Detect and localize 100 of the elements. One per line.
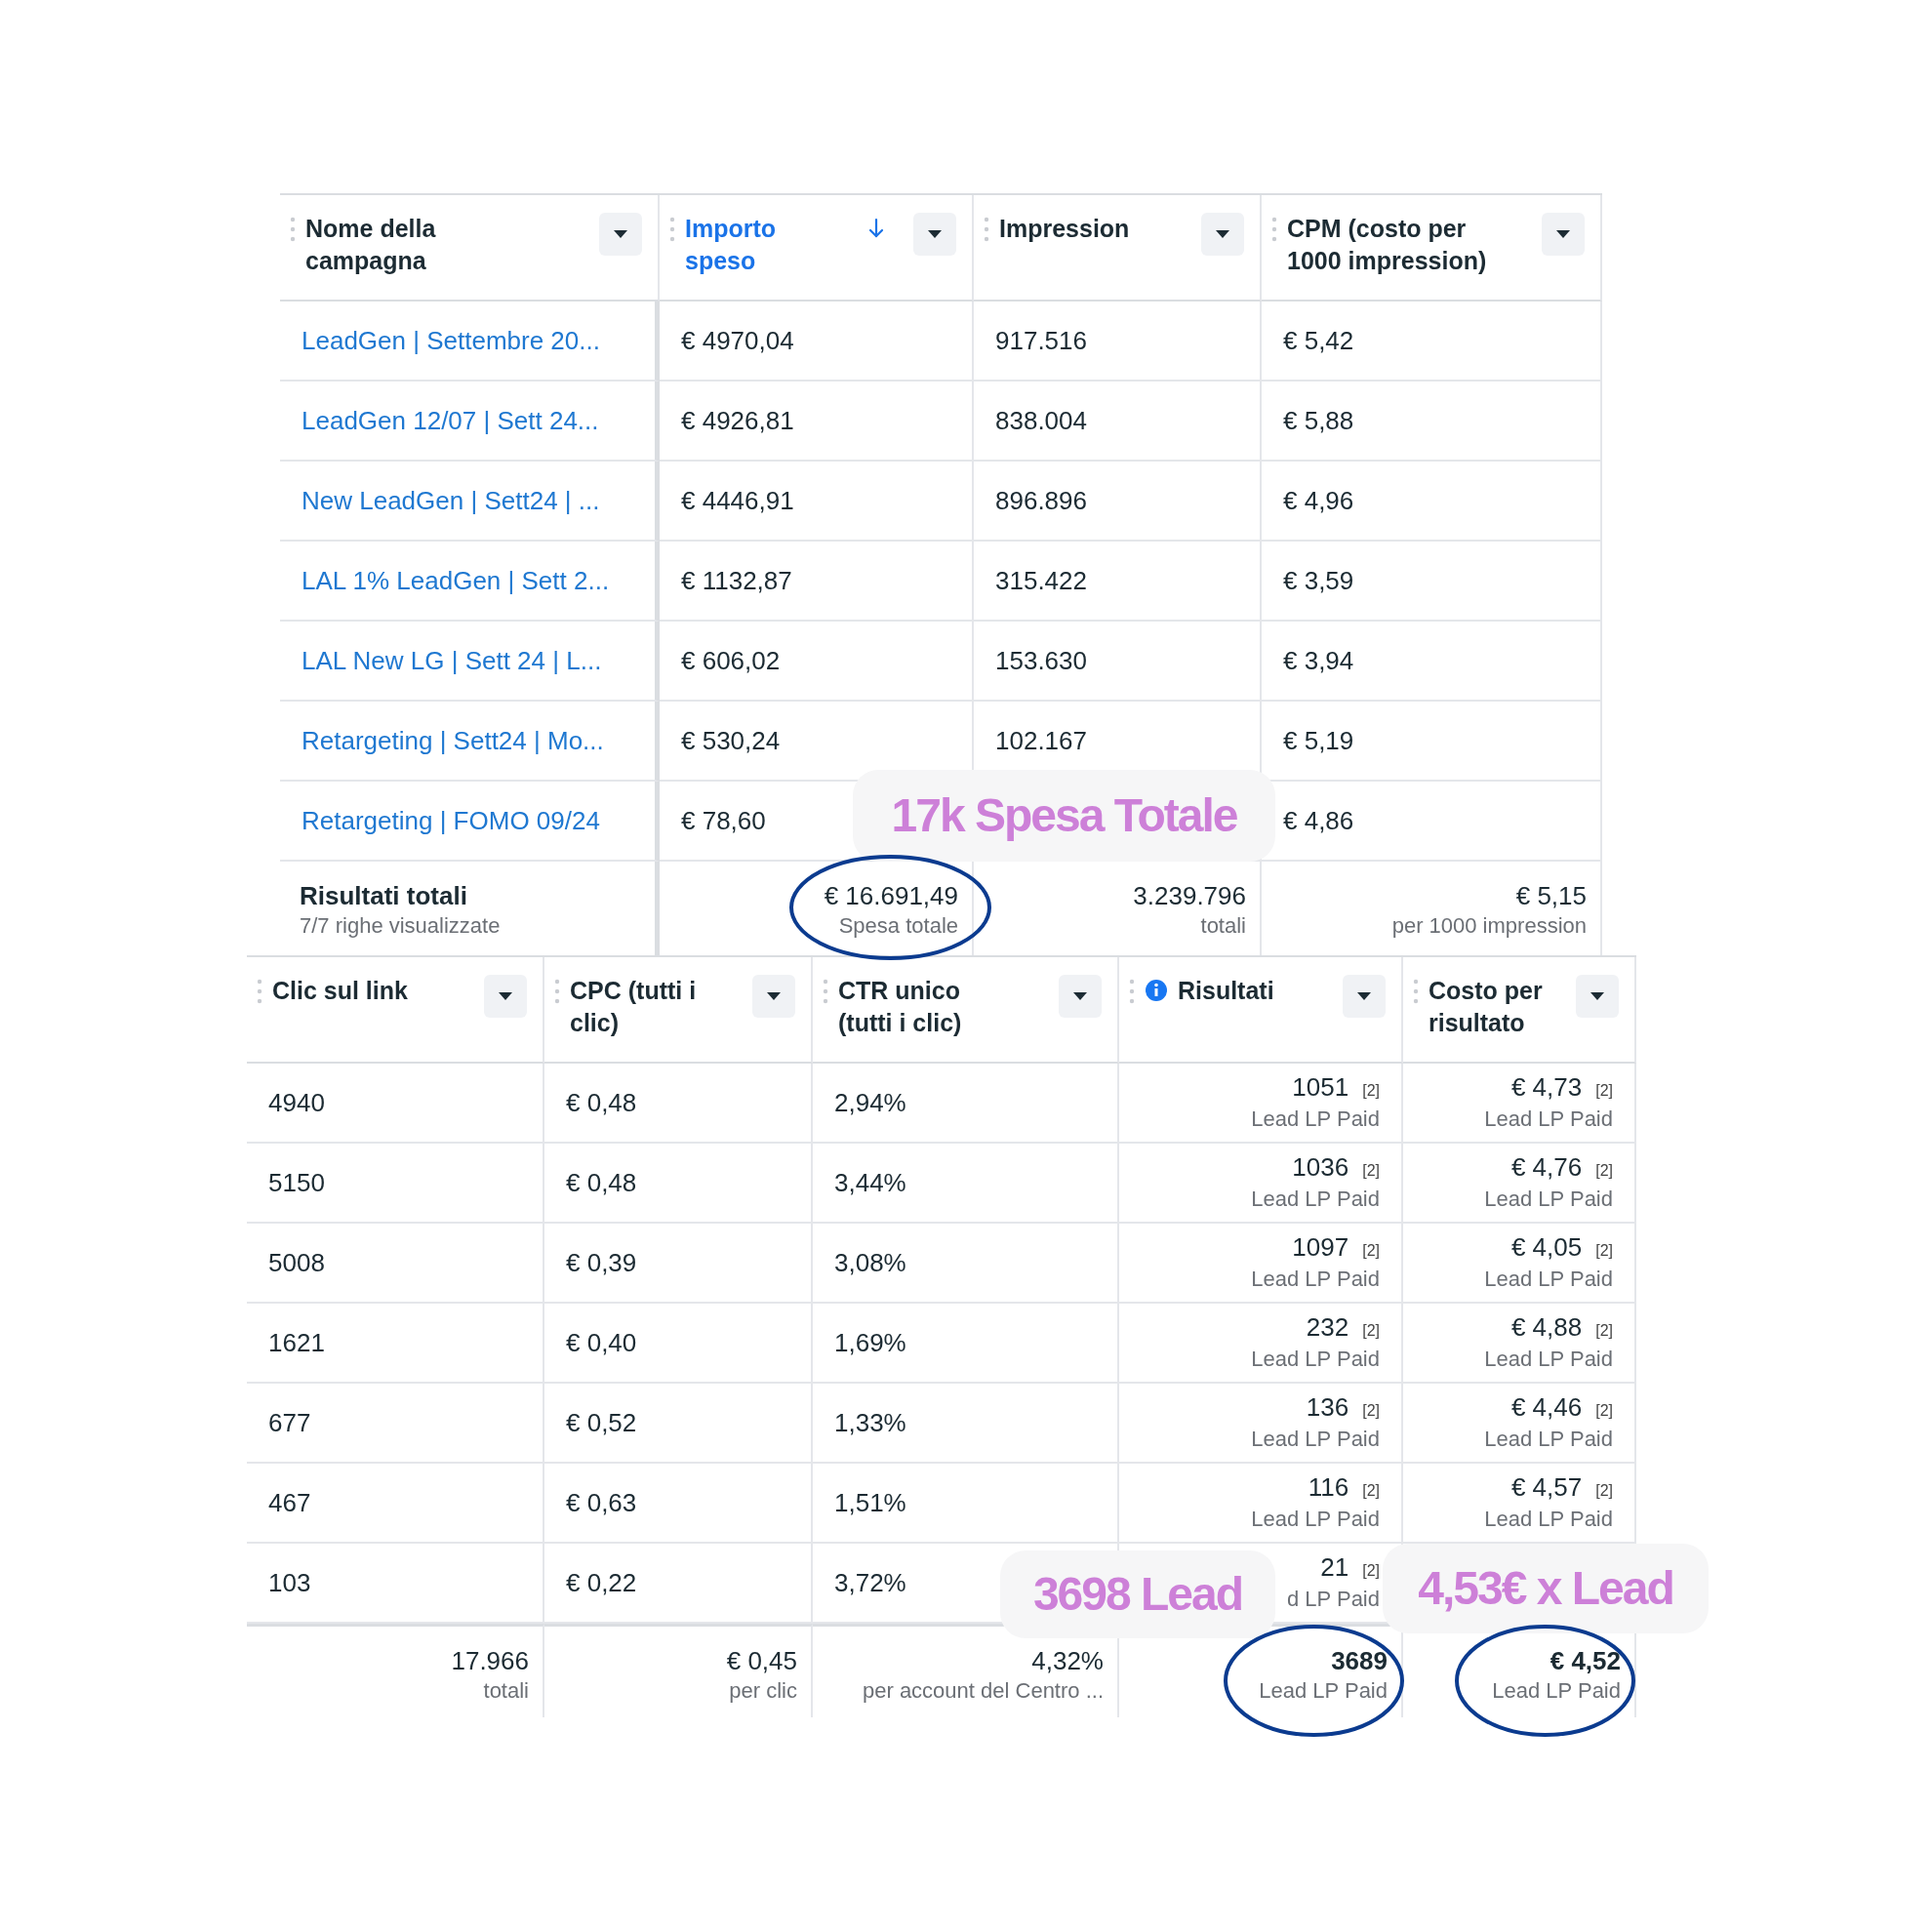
dropdown-button[interactable] [1343, 975, 1386, 1018]
table-cell-text: € 4,86 [1283, 804, 1354, 837]
footnote-tag: [2] [1595, 1476, 1613, 1506]
callout-label: 4,53€ x Lead [1383, 1544, 1709, 1633]
cell-value: € 4,46 [1510, 1392, 1583, 1422]
dropdown-button[interactable] [1059, 975, 1102, 1018]
campaign-link[interactable]: Retargeting | Sett24 | Mo... [302, 721, 604, 760]
table-cell-text: 102.167 [995, 724, 1087, 757]
cell-caption: Lead LP Paid [1251, 1426, 1380, 1453]
dropdown-button[interactable] [1542, 213, 1585, 256]
caret-icon [1216, 229, 1229, 239]
caret-icon [1073, 991, 1087, 1001]
drag-handle-icon [1271, 217, 1277, 242]
footnote-tag: [2] [1362, 1396, 1380, 1426]
cell-value: € 4,57 [1510, 1472, 1583, 1502]
drag-handle-icon [1413, 979, 1419, 1004]
cell-value: 232 [1306, 1312, 1349, 1342]
column-header[interactable]: CPM (costo per 1000 impression) [1287, 213, 1532, 277]
table-cell-text: € 4,96 [1283, 484, 1354, 517]
column-header[interactable]: Risultati [1178, 975, 1333, 1007]
dropdown-button[interactable] [1201, 213, 1244, 256]
caret-icon [928, 229, 942, 239]
drag-handle-icon [1129, 979, 1135, 1004]
table-cell-text: 677 [268, 1406, 311, 1439]
column-header[interactable]: CPC (tutti i clic) [570, 975, 743, 1039]
table-cell-text: € 4970,04 [681, 324, 794, 357]
footnote-tag: [2] [1362, 1476, 1380, 1506]
cell-value: € 4,88 [1510, 1312, 1583, 1342]
column-header[interactable]: Nome della campagna [305, 213, 589, 277]
table-cell-text: 315.422 [995, 564, 1087, 597]
cell-value: 1051 [1292, 1072, 1349, 1102]
column-header[interactable]: Clic sul link [272, 975, 474, 1007]
caret-icon [499, 991, 512, 1001]
campaign-link[interactable]: LAL 1% LeadGen | Sett 2... [302, 561, 610, 600]
total-caption: totali [483, 1677, 529, 1705]
campaign-link[interactable]: LAL New LG | Sett 24 | L... [302, 641, 602, 680]
table-cell-text: 5150 [268, 1166, 325, 1199]
table-cell-text: € 5,88 [1283, 404, 1354, 437]
cell-caption: Lead LP Paid [1251, 1186, 1380, 1213]
total-value: € 0,45 [726, 1645, 797, 1677]
total-caption: totali [1200, 912, 1246, 940]
drag-handle-icon [257, 979, 262, 1004]
cell-value: 1097 [1292, 1232, 1349, 1262]
caret-icon [1357, 991, 1371, 1001]
cell-caption: Lead LP Paid [1484, 1266, 1613, 1293]
cell-caption: Lead LP Paid [1251, 1506, 1380, 1533]
dropdown-button[interactable] [1576, 975, 1619, 1018]
total-caption: Lead LP Paid [1492, 1677, 1621, 1705]
campaign-link[interactable]: LeadGen 12/07 | Sett 24... [302, 401, 599, 440]
callout-label: 3698 Lead [1000, 1550, 1275, 1638]
dropdown-button[interactable] [913, 213, 956, 256]
table-cell-text: 103 [268, 1566, 311, 1599]
table-cell-text: 4940 [268, 1086, 325, 1119]
table-cell-text: € 0,63 [566, 1486, 637, 1519]
table-cell-text: 3,08% [834, 1246, 906, 1279]
campaign-link[interactable]: Retargeting | FOMO 09/24 [302, 801, 600, 840]
caret-icon [1556, 229, 1570, 239]
table-cell-text: € 0,48 [566, 1166, 637, 1199]
table-cell-text: 5008 [268, 1246, 325, 1279]
column-header[interactable]: CTR unico (tutti i clic) [838, 975, 1049, 1039]
footnote-tag: [2] [1595, 1316, 1613, 1346]
drag-handle-icon [823, 979, 828, 1004]
total-value: € 16.691,49 [824, 880, 958, 912]
column-header[interactable]: Importo speso [685, 213, 859, 277]
dropdown-button[interactable] [484, 975, 527, 1018]
total-value: 3.239.796 [1133, 880, 1246, 912]
table-cell-text: 153.630 [995, 644, 1087, 677]
campaign-link[interactable]: LeadGen | Settembre 20... [302, 321, 600, 360]
caret-icon [767, 991, 781, 1001]
caret-icon [1590, 991, 1604, 1001]
table-cell-text: € 0,40 [566, 1326, 637, 1359]
dropdown-button[interactable] [599, 213, 642, 256]
column-header[interactable]: Costo per risultato [1429, 975, 1566, 1039]
footnote-tag: [2] [1362, 1316, 1380, 1346]
drag-handle-icon [669, 217, 675, 242]
total-value: € 4,52 [1550, 1645, 1621, 1677]
table-cell-text: € 5,19 [1283, 724, 1354, 757]
table-cell-text: 3,44% [834, 1166, 906, 1199]
footnote-tag: [2] [1362, 1156, 1380, 1186]
footnote-tag: [2] [1595, 1156, 1613, 1186]
table-cell-text: € 0,39 [566, 1246, 637, 1279]
cell-value: € 4,76 [1510, 1152, 1583, 1182]
cell-value: 136 [1306, 1392, 1349, 1422]
cell-caption: Lead LP Paid [1251, 1346, 1380, 1373]
table-cell-text: € 1132,87 [681, 564, 792, 597]
drag-handle-icon [554, 979, 560, 1004]
table-cell-text: 3,72% [834, 1566, 906, 1599]
table-cell-text: € 78,60 [681, 804, 766, 837]
dropdown-button[interactable] [752, 975, 795, 1018]
campaign-link[interactable]: New LeadGen | Sett24 | ... [302, 481, 600, 520]
caret-icon [614, 229, 627, 239]
total-caption: 7/7 righe visualizzate [300, 912, 501, 940]
table-cell-text: 2,94% [834, 1086, 906, 1119]
callout-label: 17k Spesa Totale [853, 770, 1275, 862]
footnote-tag: [2] [1595, 1396, 1613, 1426]
table-cell-text: 1,51% [834, 1486, 906, 1519]
table-cell-text: 896.896 [995, 484, 1087, 517]
table-cell-text: € 0,22 [566, 1566, 637, 1599]
table-cell-text: € 3,59 [1283, 564, 1354, 597]
column-header[interactable]: Impression [999, 213, 1191, 245]
